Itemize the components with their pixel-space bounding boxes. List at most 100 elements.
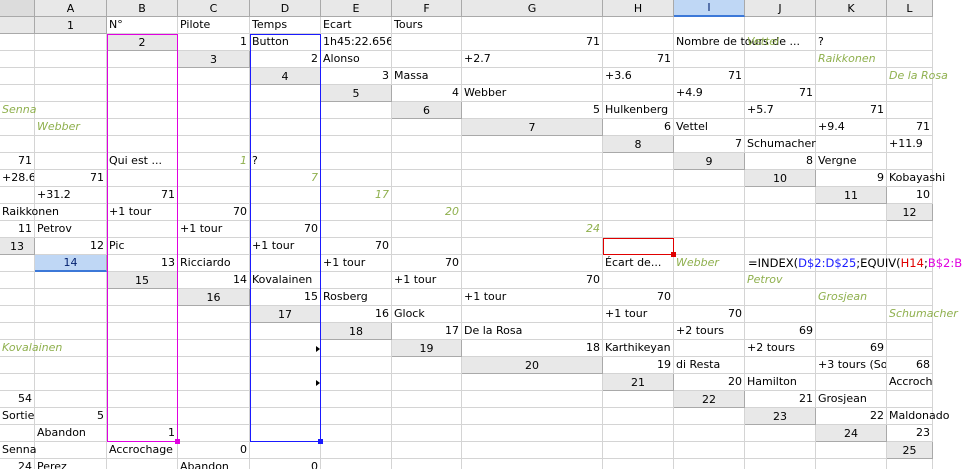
cell-b4[interactable]: Massa [392, 68, 462, 85]
cell-l16[interactable] [107, 306, 178, 323]
cell-c1[interactable]: Temps [250, 17, 321, 34]
spreadsheet[interactable]: A B C D E F G H I J K L 1 N° Pilote Temps Ecart Tours 2 1 Bu… [0, 0, 962, 469]
cell-d24[interactable]: Accrochage [107, 442, 178, 459]
cell-j17[interactable] [35, 323, 107, 340]
cell-l24[interactable] [745, 442, 816, 459]
cell-i7[interactable] [178, 136, 250, 153]
cell-g6[interactable] [0, 119, 35, 136]
cell-c6[interactable] [674, 102, 745, 119]
cell-j20[interactable] [250, 374, 321, 391]
cell-f20[interactable] [0, 374, 35, 391]
cell-a1[interactable]: N° [107, 17, 178, 34]
cell-f18[interactable] [816, 323, 887, 340]
cell-c20[interactable] [745, 357, 816, 374]
cell-e21[interactable]: 54 [0, 391, 35, 408]
cell-k25[interactable] [745, 459, 816, 469]
range-highlight-d-handle[interactable] [318, 439, 323, 444]
cell-d20[interactable]: +3 tours (So [816, 357, 887, 374]
cell-e10[interactable]: 71 [107, 187, 178, 204]
cell-b7[interactable]: Vettel [674, 119, 745, 136]
cell-h23[interactable] [321, 425, 392, 442]
row-header-8[interactable]: 8 [603, 136, 674, 153]
cell-k11[interactable] [674, 204, 745, 221]
cell-k13[interactable] [816, 238, 887, 255]
cell-l10[interactable] [674, 187, 745, 204]
cell-i21[interactable] [250, 391, 321, 408]
cell-i6[interactable] [107, 119, 178, 136]
cell-i13[interactable] [674, 238, 745, 255]
cell-h24[interactable] [392, 442, 462, 459]
column-header-g[interactable]: G [462, 0, 603, 17]
cell-l8[interactable] [462, 153, 603, 170]
row-header-24[interactable]: 24 [816, 425, 887, 442]
row-header-2[interactable]: 2 [107, 34, 178, 51]
cell-g22[interactable] [178, 408, 250, 425]
cell-c14[interactable] [250, 255, 321, 272]
cell-e17[interactable]: 70 [674, 306, 745, 323]
cell-d25[interactable]: Abandon [178, 459, 250, 469]
cell-a13[interactable]: 12 [35, 238, 107, 255]
row-header-22[interactable]: 22 [674, 391, 745, 408]
cell-c25[interactable] [107, 459, 178, 469]
cell-g10[interactable] [250, 187, 321, 204]
column-header-d[interactable]: D [250, 0, 321, 17]
row-header-3[interactable]: 3 [178, 51, 250, 68]
cell-c17[interactable] [462, 306, 603, 323]
cell-a18[interactable]: 17 [392, 323, 462, 340]
cell-g25[interactable] [392, 459, 462, 469]
cell-h5[interactable]: Senna [0, 102, 36, 119]
cell-b1[interactable]: Pilote [178, 17, 250, 34]
cell-k22[interactable] [462, 408, 603, 425]
cell-c3[interactable] [392, 51, 462, 68]
cell-h21[interactable] [178, 391, 250, 408]
cell-b13[interactable]: Pic [107, 238, 178, 255]
column-header-f[interactable]: F [392, 0, 462, 17]
cell-j23[interactable] [462, 425, 603, 442]
cell-e12[interactable]: 70 [250, 221, 321, 238]
cell-k19[interactable] [250, 357, 321, 374]
cell-h15[interactable]: Petrov [745, 272, 816, 289]
cell-j5[interactable] [107, 102, 178, 119]
row-header-20[interactable]: 20 [462, 357, 603, 374]
cell-h9[interactable]: 7 [250, 170, 321, 187]
cell-k4[interactable] [107, 85, 178, 102]
row-header-13[interactable]: 13 [0, 238, 35, 255]
cell-h18[interactable]: Kovalainen [0, 340, 62, 357]
range-highlight-h14-handle[interactable] [671, 252, 676, 257]
cell-b24[interactable]: Senna [0, 442, 36, 459]
cell-b23[interactable]: Maldonado [887, 408, 949, 425]
cell-e11[interactable]: 70 [178, 204, 250, 221]
cell-i14[interactable]: =INDEX(D$2:D$25;EQUIV(H14;B$2:B$25;0)) [745, 255, 962, 272]
cell-h20[interactable] [107, 374, 178, 391]
cell-a25[interactable]: 24 [0, 459, 35, 469]
cell-l12[interactable] [816, 221, 887, 238]
cell-a22[interactable]: 21 [745, 391, 816, 408]
column-header-j[interactable]: J [745, 0, 816, 17]
cell-c12[interactable] [107, 221, 178, 238]
cell-b2[interactable]: Button [250, 34, 321, 51]
cell-g1[interactable] [603, 17, 674, 34]
row-header-12[interactable]: 12 [887, 204, 933, 221]
cell-e16[interactable]: 70 [603, 289, 674, 306]
cell-b9[interactable]: Vergne [816, 153, 887, 170]
cell-k21[interactable] [392, 391, 462, 408]
cell-d1[interactable]: Ecart [321, 17, 392, 34]
cell-h6[interactable]: Webber [35, 119, 107, 136]
cell-d16[interactable]: +1 tour [462, 289, 603, 306]
cell-c21[interactable] [816, 374, 887, 391]
cell-d21[interactable]: Accrochage [887, 374, 933, 391]
cell-d22[interactable]: Sortie de pi [0, 408, 35, 425]
cell-j8[interactable] [321, 153, 392, 170]
cell-j25[interactable] [674, 459, 745, 469]
cell-e24[interactable]: 0 [178, 442, 250, 459]
cell-k10[interactable] [603, 187, 674, 204]
cell-a16[interactable]: 15 [250, 289, 321, 306]
cell-d5[interactable]: +4.9 [674, 85, 745, 102]
cell-d12[interactable]: +1 tour [178, 221, 250, 238]
cell-b15[interactable]: Kovalainen [250, 272, 321, 289]
cell-g19[interactable] [0, 357, 35, 374]
cell-i4[interactable] [0, 85, 35, 102]
cell-f3[interactable] [674, 51, 745, 68]
cell-k12[interactable] [745, 221, 816, 238]
cell-e15[interactable]: 70 [462, 272, 603, 289]
